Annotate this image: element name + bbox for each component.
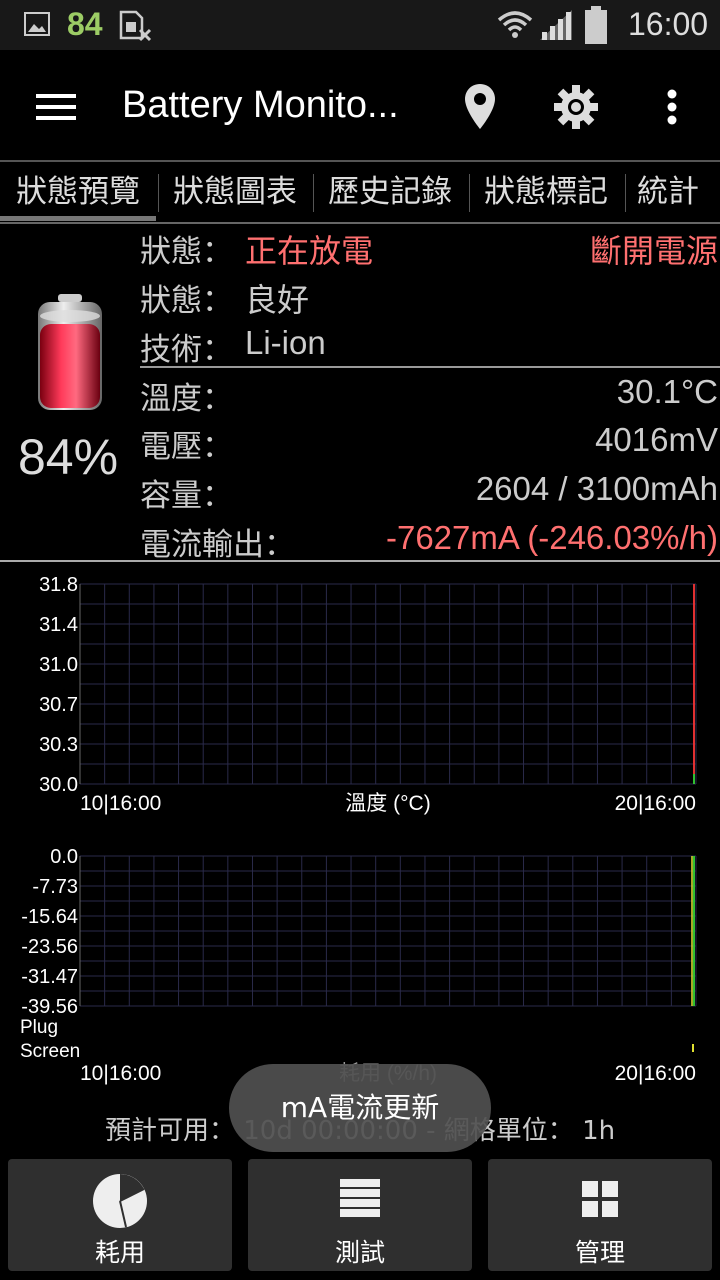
y-tick-label: 31.0 — [39, 654, 78, 676]
capacity-value: 2604 / 3100mAh — [475, 470, 718, 507]
status-value: 正在放電 — [245, 232, 374, 270]
temp-value: 30.1°C — [616, 373, 718, 410]
overflow-menu-icon[interactable] — [666, 89, 678, 125]
grid-icon — [582, 1181, 618, 1217]
active-tab-indicator — [0, 216, 156, 221]
pie-chart-icon — [93, 1174, 147, 1228]
location-pin-icon[interactable] — [464, 84, 496, 130]
x-tick-label: 10|16:00 — [80, 1062, 161, 1085]
info-divider — [140, 366, 720, 368]
tab-bar: 狀態預覽 狀態圖表 歷史記錄 狀態標記 統計 — [0, 160, 720, 224]
y-tick-label: 30.3 — [39, 734, 78, 756]
status-label: 狀態： — [140, 234, 233, 270]
y-tick-label: 30.7 — [39, 694, 78, 716]
chart-title: 溫度 (°C) — [345, 792, 430, 815]
y-tick-label: -15.64 — [21, 906, 78, 928]
tab-charts[interactable]: 狀態圖表 — [160, 162, 310, 222]
voltage-value: 4016mV — [595, 421, 718, 458]
current-label: 電流輸出： — [140, 527, 295, 563]
health-label: 狀態： — [140, 283, 233, 319]
status-bar: 84 16:00 — [0, 0, 720, 50]
tech-label: 技術： — [140, 332, 233, 368]
y-tick-label: 31.4 — [39, 614, 78, 636]
x-tick-label: 20|16:00 — [615, 792, 696, 815]
test-button[interactable]: 測試 — [248, 1159, 472, 1271]
current-value: -7627mA (-246.03%/h) — [385, 519, 718, 556]
tab-stats[interactable]: 統計 — [626, 162, 710, 222]
tab-history[interactable]: 歷史記錄 — [315, 162, 465, 222]
tab-overview[interactable]: 狀態預覽 — [0, 162, 156, 222]
charts-area: 31.831.431.030.730.330.010|16:00 20|16:00… — [20, 574, 697, 1085]
y-tick-label: -7.73 — [32, 876, 78, 898]
manage-button[interactable]: 管理 — [488, 1159, 712, 1271]
y-tick-label: 31.8 — [39, 574, 78, 596]
image-notification-icon — [24, 12, 50, 36]
x-tick-label: 10|16:00 — [80, 792, 161, 815]
test-button-label: 測試 — [334, 1238, 385, 1267]
wifi-icon — [497, 11, 533, 38]
clock: 16:00 — [628, 6, 709, 42]
capacity-label: 容量： — [140, 478, 233, 514]
plug-state: 斷開電源 — [589, 232, 718, 270]
y-tick-label: 0.0 — [50, 846, 78, 868]
voltage-label: 電壓： — [140, 429, 233, 465]
temp-label: 溫度： — [140, 381, 233, 417]
y-tick-label: -23.56 — [21, 936, 78, 958]
row-label: Screen — [20, 1041, 80, 1062]
settings-gear-icon[interactable] — [554, 85, 598, 129]
battery-level-icon — [38, 294, 102, 410]
toast-message: mA電流更新 — [229, 1064, 491, 1152]
battery-fill — [40, 324, 100, 408]
menu-icon[interactable] — [36, 94, 76, 122]
x-tick-label: 20|16:00 — [615, 1062, 696, 1085]
sim-error-icon — [119, 10, 152, 42]
tech-value: Li-ion — [245, 324, 326, 361]
tab-markers[interactable]: 狀態標記 — [470, 162, 622, 222]
battery-percent: 84% — [18, 429, 119, 485]
y-tick-label: 30.0 — [39, 774, 78, 796]
usage-button[interactable]: 耗用 — [8, 1159, 232, 1271]
signal-icon — [540, 10, 572, 40]
list-icon — [340, 1179, 380, 1217]
health-value: 良好 — [245, 281, 310, 319]
row-label: Plug — [20, 1017, 58, 1038]
battery-badge: 84 — [67, 6, 103, 42]
manage-button-label: 管理 — [574, 1238, 625, 1267]
battery-status-icon — [585, 6, 607, 44]
y-tick-label: -31.47 — [21, 966, 78, 988]
usage-button-label: 耗用 — [94, 1238, 145, 1267]
y-tick-label: -39.56 — [21, 996, 78, 1018]
app-title: Battery Monito... — [122, 84, 399, 126]
